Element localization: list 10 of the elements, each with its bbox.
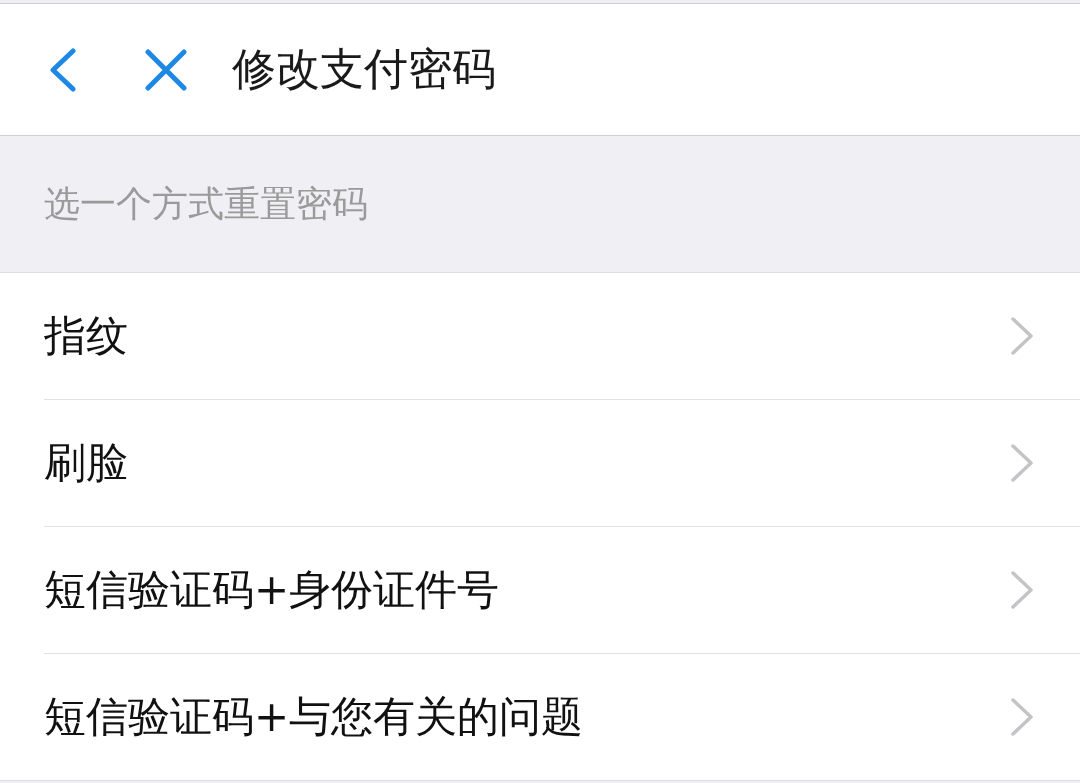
- chevron-right-icon: [1010, 316, 1034, 356]
- chevron-right-icon: [1010, 570, 1034, 610]
- option-row[interactable]: 刷脸: [44, 400, 1080, 527]
- option-row[interactable]: 短信验证码+与您有关的问题: [44, 654, 1080, 780]
- chevron-right-icon: [1010, 697, 1034, 737]
- option-row[interactable]: 指纹: [44, 273, 1080, 400]
- page-title: 修改支付密码: [232, 42, 496, 96]
- chevron-right-icon: [1010, 443, 1034, 483]
- option-row[interactable]: 短信验证码+身份证件号: [44, 527, 1080, 654]
- section-label: 选一个方式重置密码: [44, 181, 368, 226]
